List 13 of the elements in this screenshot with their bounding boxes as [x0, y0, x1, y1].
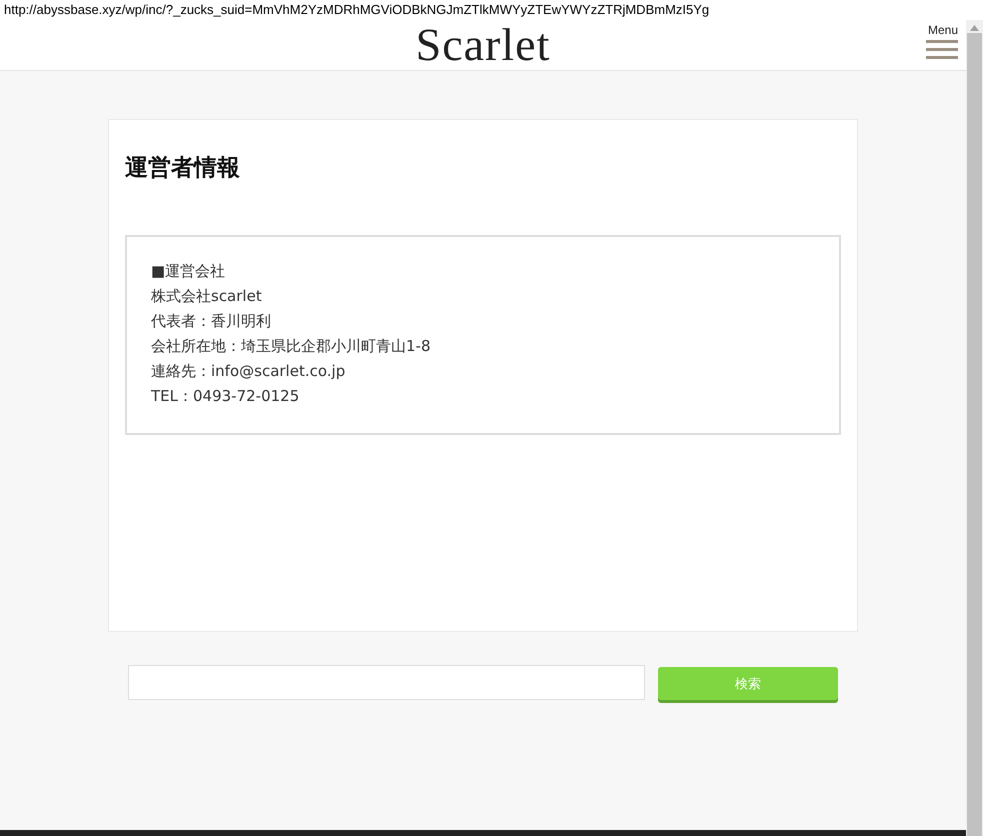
- scrollbar[interactable]: [966, 20, 983, 836]
- info-line: 連絡先：info@scarlet.co.jp: [151, 361, 346, 382]
- site-logo[interactable]: Scarlet: [416, 20, 550, 70]
- info-line: 会社所在地：埼玉県比企郡小川町青山1-8: [151, 336, 432, 357]
- info-line: TEL：0493-72-0125: [151, 386, 300, 407]
- scroll-up-icon[interactable]: [970, 25, 979, 31]
- search-field[interactable]: [128, 665, 646, 700]
- info-line: 代表者：香川明利: [151, 311, 272, 332]
- menu-button[interactable]: Menu: [926, 23, 958, 60]
- info-line: 株式会社scarlet: [151, 286, 263, 307]
- page-title: 運営者情報: [125, 154, 241, 183]
- menu-icon: [926, 40, 958, 60]
- info-line: ■運営会社: [151, 261, 226, 282]
